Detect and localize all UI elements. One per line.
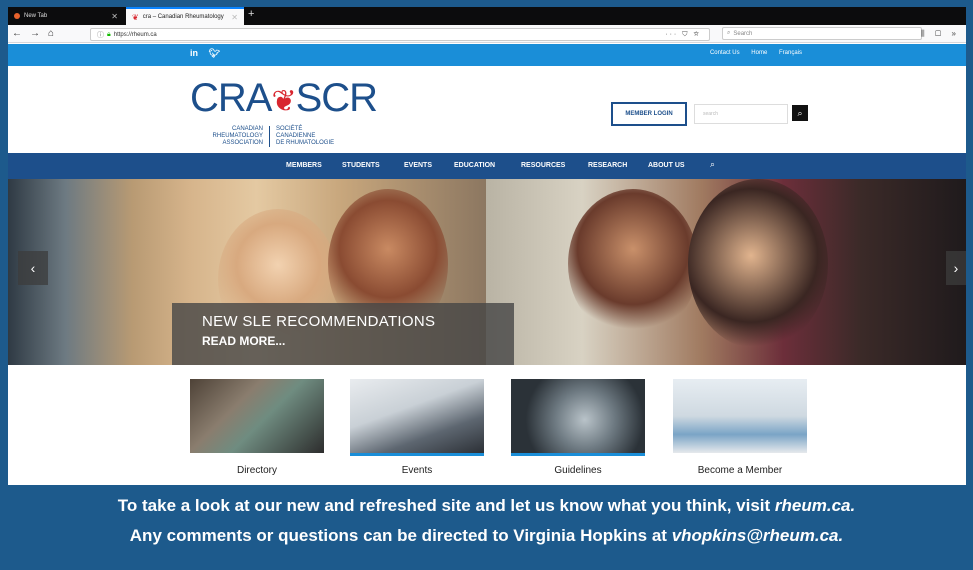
browser-screenshot: New Tab ✕ ❦ cra – Canadian Rheumatology … — [8, 7, 966, 485]
linkedin-icon[interactable]: in — [190, 48, 198, 58]
tab-label: cra – Canadian Rheumatology — [142, 14, 224, 20]
member-login-button[interactable]: MEMBER LOGIN — [611, 102, 687, 126]
home-icon[interactable]: ⌂ — [48, 27, 54, 41]
promo-caption: To take a look at our new and refreshed … — [0, 491, 973, 567]
page-actions-icon[interactable]: ··· ⛉ ☆ — [665, 31, 701, 39]
hero-caption[interactable]: NEW SLE RECOMMENDATIONS READ MORE... — [172, 303, 514, 365]
email-link[interactable]: vhopkins@rheum.ca. — [672, 526, 844, 545]
new-tab-button[interactable]: + — [248, 8, 254, 20]
tile-label: Guidelines — [554, 465, 602, 476]
nav-resources[interactable]: RESOURCES — [521, 162, 565, 169]
tile-label: Become a Member — [697, 465, 783, 476]
maple-leaf-icon: ❦ — [132, 12, 139, 22]
logo-en-line: ASSOCIATION — [222, 140, 263, 146]
promo-frame: New Tab ✕ ❦ cra – Canadian Rheumatology … — [0, 0, 973, 570]
tile-underline — [511, 453, 645, 456]
cra-scr-logo[interactable]: CRA❦SCR CANADIAN RHEUMATOLOGY ASSOCIATIO… — [190, 76, 378, 147]
tab-label: New Tab — [24, 13, 48, 19]
nav-about-us[interactable]: ABOUT US — [648, 162, 685, 169]
search-icon[interactable]: ⌕ — [792, 105, 808, 121]
back-icon[interactable]: ← — [12, 27, 22, 41]
caption-line-2: Any comments or questions can be directe… — [0, 521, 973, 551]
guidelines-image — [511, 379, 645, 453]
logo-cra: CRA — [190, 76, 272, 120]
hero-headline: NEW SLE RECOMMENDATIONS — [202, 313, 436, 330]
hero-person — [688, 179, 828, 349]
chevron-left-icon: ‹ — [30, 260, 36, 276]
browser-search-input[interactable]: ⌕ Search — [722, 27, 922, 40]
social-links: in 🐦︎ — [190, 48, 228, 59]
tile-directory[interactable]: Directory — [190, 379, 324, 476]
chevron-right-icon: › — [953, 260, 959, 276]
url-text: https://rheum.ca — [113, 31, 157, 38]
tile-label: Events — [401, 465, 433, 476]
logo-scr: SCR — [295, 76, 378, 120]
firefox-icon — [14, 13, 20, 19]
tab-rheum[interactable]: ❦ cra – Canadian Rheumatology ✕ — [126, 7, 244, 25]
events-image — [350, 379, 484, 453]
logo-fr-line: CANADIENNE — [276, 133, 316, 139]
tile-become-member[interactable]: Become a Member — [673, 379, 807, 476]
search-icon[interactable]: ⌕ — [710, 159, 715, 170]
tile-label: Directory — [236, 465, 277, 476]
top-links: Contact Us Home Français — [700, 50, 802, 56]
hero-person — [568, 189, 698, 339]
francais-link[interactable]: Français — [779, 50, 802, 56]
url-bar[interactable]: ⓘ 🔒︎ https://rheum.ca ··· ⛉ ☆ — [90, 28, 710, 41]
browser-tab-bar: New Tab ✕ ❦ cra – Canadian Rheumatology … — [8, 7, 966, 25]
info-icon[interactable]: ⓘ — [97, 30, 104, 40]
nav-research[interactable]: RESEARCH — [588, 162, 627, 169]
close-icon[interactable]: ✕ — [231, 13, 238, 22]
become-member-image — [673, 379, 807, 453]
caption-line-1: To take a look at our new and refreshed … — [0, 491, 973, 521]
site-link[interactable]: rheum.ca. — [775, 496, 855, 515]
nav-events[interactable]: EVENTS — [404, 162, 432, 169]
logo-subtitle: CANADIAN RHEUMATOLOGY ASSOCIATION SOCIÉT… — [190, 126, 377, 147]
logo-mark: CRA❦SCR — [190, 76, 378, 122]
logo-en-line: CANADIAN — [231, 126, 263, 132]
hero-carousel[interactable]: ‹ › NEW SLE RECOMMENDATIONS READ MORE... — [8, 179, 966, 365]
tile-guidelines[interactable]: Guidelines — [511, 379, 645, 476]
logo-english: CANADIAN RHEUMATOLOGY ASSOCIATION — [190, 126, 270, 147]
caption-text: Any comments or questions can be directe… — [129, 526, 672, 545]
library-icon[interactable]: ⫼ ▢ » — [921, 29, 960, 39]
nav-education[interactable]: EDUCATION — [454, 162, 495, 169]
nav-students[interactable]: STUDENTS — [342, 162, 380, 169]
tile-events[interactable]: Events — [350, 379, 484, 476]
lock-icon: 🔒︎ — [107, 30, 111, 38]
carousel-prev-button[interactable]: ‹ — [18, 251, 48, 285]
site-search-input[interactable]: search — [694, 104, 788, 124]
quick-links: Directory Events Guidelines Become a Mem… — [8, 365, 966, 485]
logo-en-line: RHEUMATOLOGY — [212, 133, 263, 139]
logo-french: SOCIÉTÉ CANADIENNE DE RHUMATOLOGIE — [270, 126, 334, 147]
tile-underline — [350, 453, 484, 456]
search-placeholder: Search — [733, 30, 753, 37]
browser-nav-bar: ← → ⌂ ⓘ 🔒︎ https://rheum.ca ··· ⛉ ☆ ⌕ Se… — [8, 25, 966, 43]
directory-image — [190, 379, 324, 453]
caption-text: To take a look at our new and refreshed … — [117, 496, 775, 515]
home-link[interactable]: Home — [751, 50, 767, 56]
main-nav: MEMBERS STUDENTS EVENTS EDUCATION RESOUR… — [8, 153, 966, 179]
close-icon[interactable]: ✕ — [111, 12, 118, 21]
contact-us-link[interactable]: Contact Us — [710, 50, 740, 56]
carousel-next-button[interactable]: › — [946, 251, 966, 285]
forward-icon[interactable]: → — [30, 27, 40, 41]
site-header: CRA❦SCR CANADIAN RHEUMATOLOGY ASSOCIATIO… — [8, 66, 966, 162]
logo-fr-line: DE RHUMATOLOGIE — [276, 140, 335, 146]
maple-leaf-icon: ❦ — [271, 85, 296, 118]
read-more-link[interactable]: READ MORE... — [202, 334, 484, 348]
tab-new-tab[interactable]: New Tab ✕ — [8, 7, 124, 25]
search-icon: ⌕ — [727, 30, 731, 36]
logo-fr-line: SOCIÉTÉ — [276, 126, 303, 132]
twitter-icon[interactable]: 🐦︎ — [209, 48, 220, 58]
nav-members[interactable]: MEMBERS — [286, 162, 322, 169]
site-top-bar: in 🐦︎ Contact Us Home Français — [8, 44, 966, 66]
